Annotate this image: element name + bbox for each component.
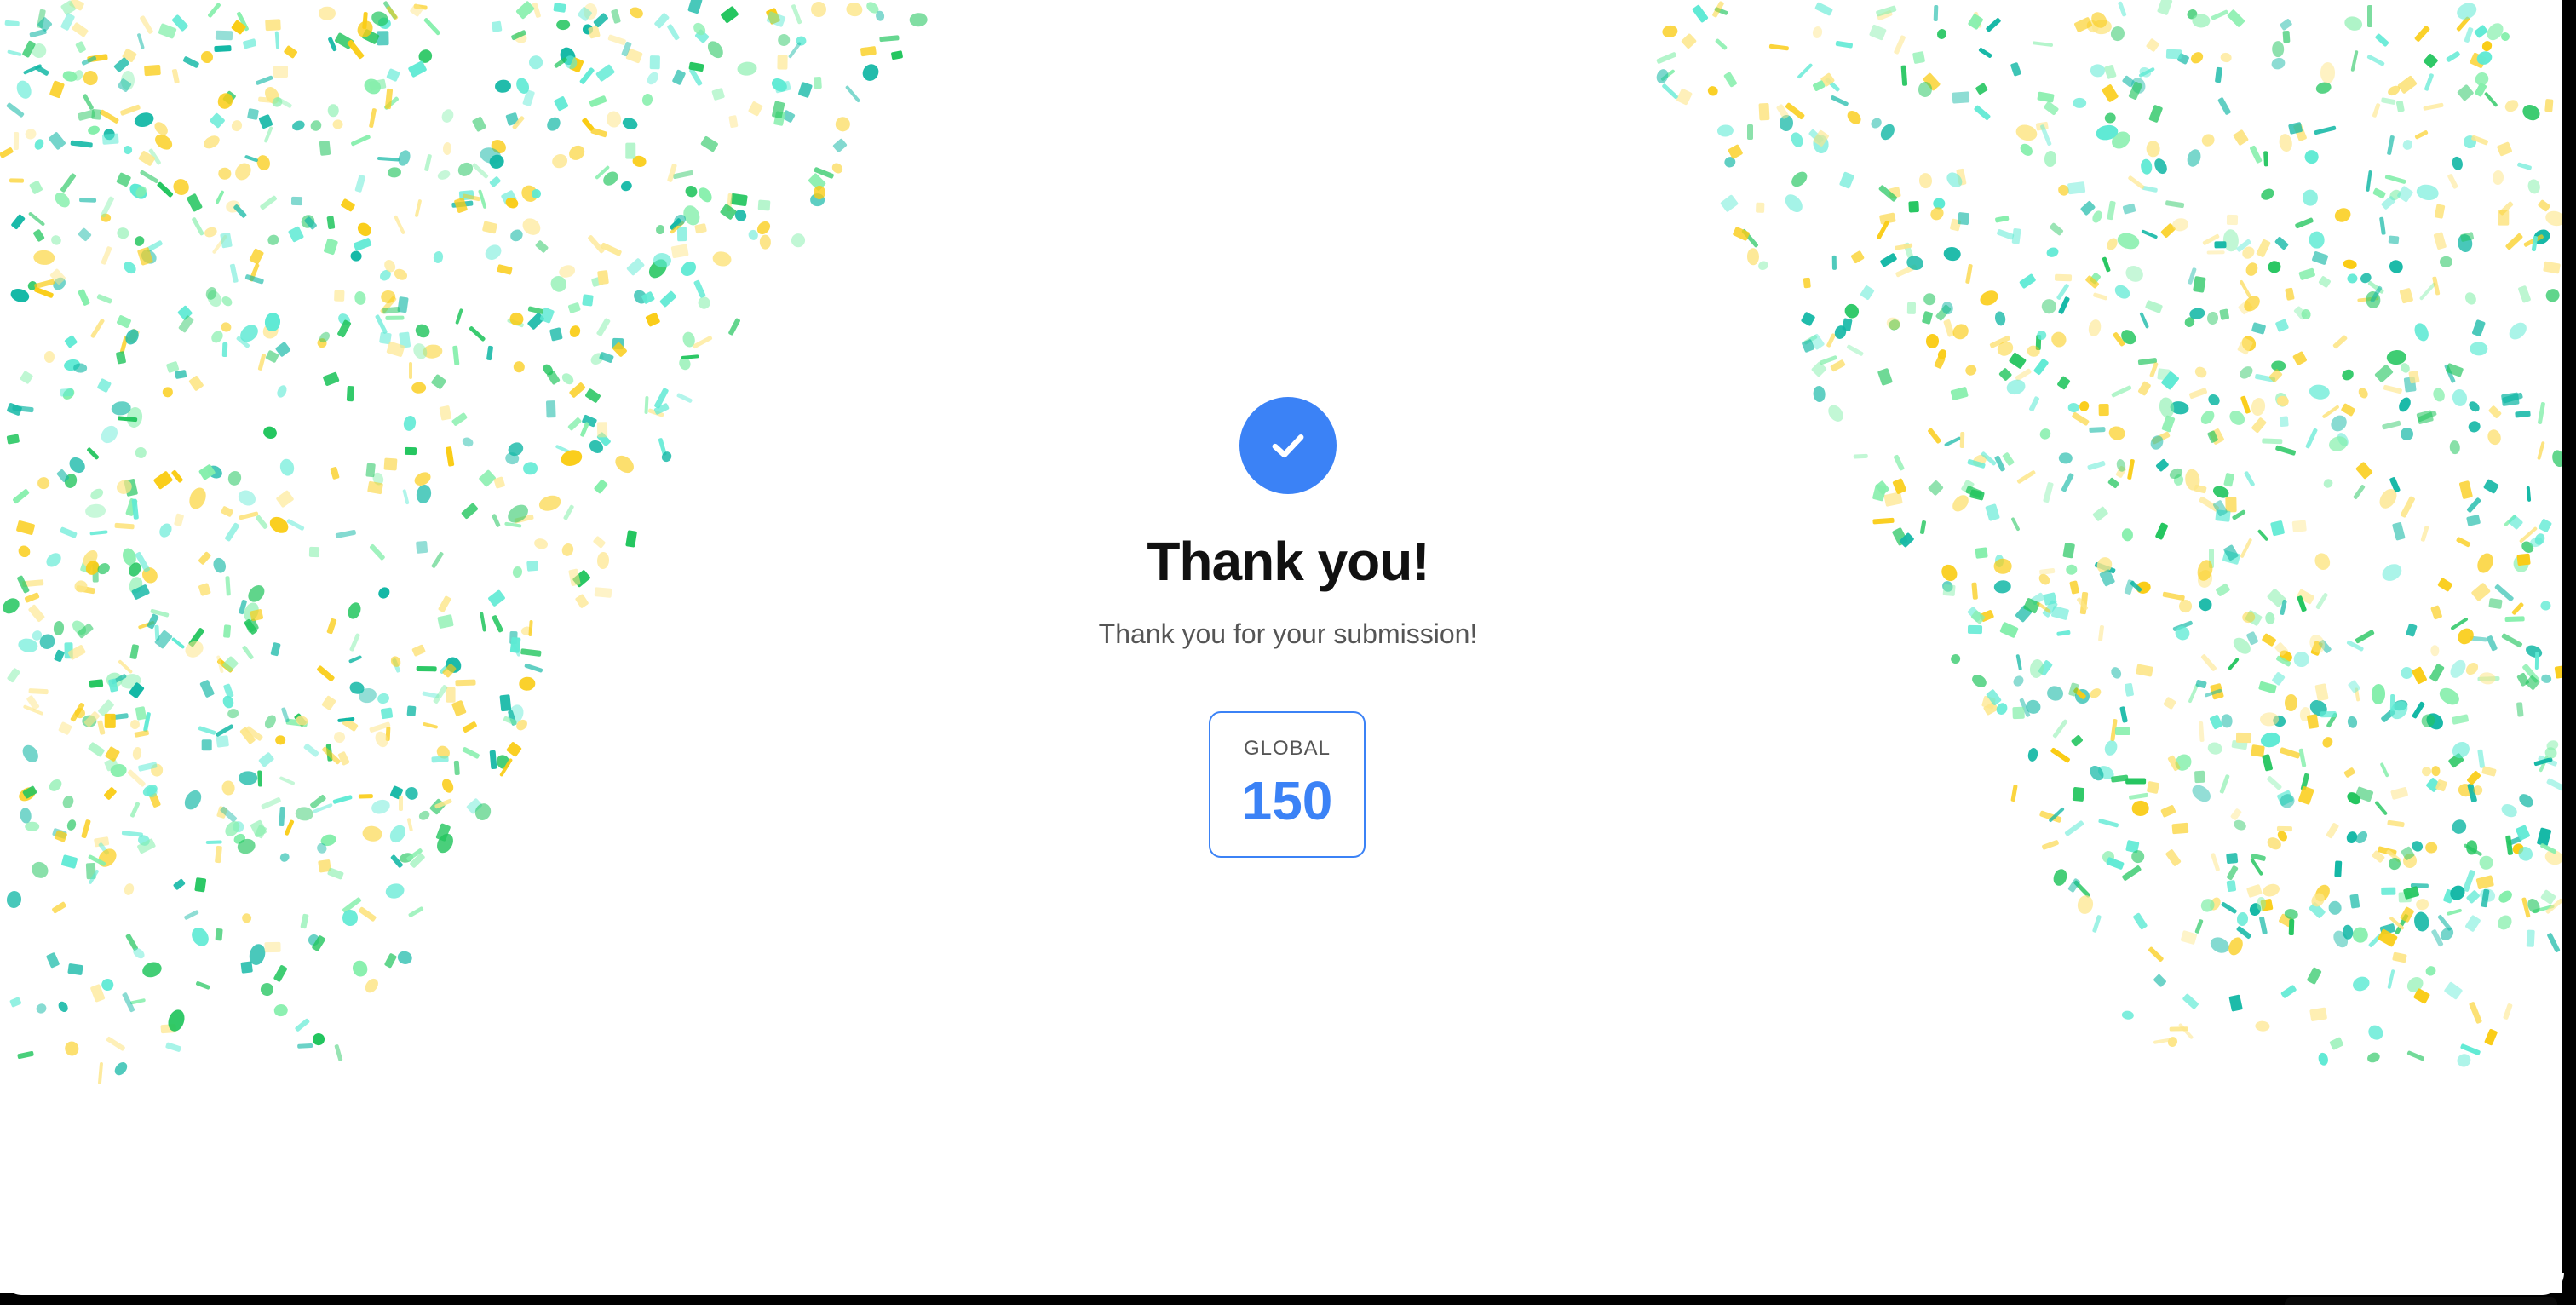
bottom-corner-tab <box>2285 1297 2557 1305</box>
page-title: Thank you! <box>1147 531 1429 592</box>
window-edge <box>2562 0 2576 1305</box>
success-message: Thank you for your submission! <box>1098 618 1478 649</box>
global-stat-card: GLOBAL 150 <box>1209 711 1366 858</box>
stat-label: GLOBAL <box>1243 737 1331 760</box>
success-check-badge <box>1239 397 1337 494</box>
check-icon <box>1272 434 1304 458</box>
confirmation-page: Thank you! Thank you for your submission… <box>0 0 2576 1305</box>
stat-value: 150 <box>1241 770 1333 831</box>
success-card: Thank you! Thank you for your submission… <box>0 0 2576 1305</box>
window-rounded-corner <box>0 1273 2564 1295</box>
window-bottom-edge <box>0 1293 2576 1305</box>
